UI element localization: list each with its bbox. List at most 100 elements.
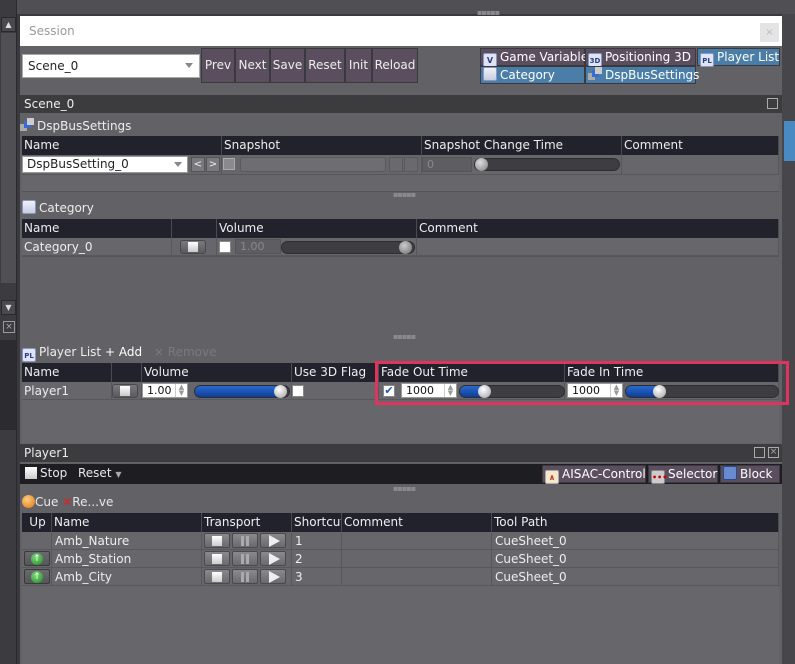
cue-icon <box>22 495 35 508</box>
snapshot-next-button[interactable] <box>404 157 418 172</box>
prev-setting-button[interactable]: < <box>191 157 205 172</box>
pause-icon <box>246 572 249 582</box>
move-up-button[interactable]: ↑ <box>24 569 50 584</box>
cell-transport <box>202 532 292 549</box>
play-button[interactable] <box>260 569 286 584</box>
col-comment: Comment <box>342 513 492 532</box>
remove-player-button[interactable]: × Remove <box>154 345 217 359</box>
cell-transport <box>202 550 292 567</box>
dsp-setting-select[interactable]: DspBusSetting_0 <box>22 156 188 173</box>
stop-button[interactable] <box>204 533 230 548</box>
scroll-up-button[interactable]: ▲ <box>1 17 16 32</box>
stop-button[interactable] <box>204 551 230 566</box>
tab-player-list[interactable]: PL Player List <box>697 48 780 67</box>
scrollbar-track[interactable] <box>1 33 16 283</box>
init-button[interactable]: Init <box>345 48 372 83</box>
tab-dsp-bus-settings[interactable]: DspBusSettings <box>585 66 699 84</box>
spinner-arrows[interactable]: ▲ ▼ <box>175 384 187 397</box>
volume-spinner[interactable]: 1.00 <box>235 239 281 254</box>
change-time-slider[interactable] <box>474 158 620 171</box>
reset-dropdown[interactable]: Reset ▼ <box>78 466 122 480</box>
prev-button[interactable]: Prev <box>201 48 235 83</box>
col-comment: Comment <box>417 219 779 238</box>
cell-up: ↑ <box>22 568 52 585</box>
category-section-label: Category <box>22 199 94 217</box>
dsp-bus-icon <box>20 118 34 132</box>
cell-comment[interactable] <box>342 568 492 585</box>
dsp-label: DspBusSettings <box>37 119 132 133</box>
cue-grid-header: Up Name Transport Shortcut Comment Tool … <box>22 513 779 532</box>
reset-button[interactable]: Reset <box>305 48 345 83</box>
cell-comment[interactable] <box>342 532 492 549</box>
splitter-grip[interactable]: ▪▪▪▪▪ <box>393 333 416 341</box>
col-transport: Transport <box>202 513 292 532</box>
volume-slider[interactable] <box>194 385 290 398</box>
aisac-control-button[interactable]: ∧ AISAC-Control <box>542 465 646 484</box>
stop-button[interactable] <box>180 240 206 254</box>
slider-knob[interactable] <box>399 241 412 254</box>
col-name: Name <box>22 136 222 155</box>
snapshot-select[interactable] <box>240 157 386 172</box>
table-row[interactable]: ↑ Amb_Station 2 CueSheet_0 <box>22 550 779 568</box>
move-up-button[interactable]: ↑ <box>24 551 50 566</box>
stop-icon <box>120 386 130 396</box>
change-time-spinner[interactable]: 0 <box>422 157 472 172</box>
cell-comment[interactable] <box>342 550 492 567</box>
table-row[interactable]: Amb_Nature 1 CueSheet_0 <box>22 532 779 550</box>
cell-comment[interactable] <box>622 155 779 174</box>
col-tool-path: Tool Path <box>492 513 779 532</box>
stop-button[interactable] <box>204 569 230 584</box>
slider-knob[interactable] <box>274 385 287 398</box>
next-setting-button[interactable]: > <box>206 157 220 172</box>
play-button[interactable] <box>260 551 286 566</box>
add-cue-button[interactable]: Cue <box>35 495 58 509</box>
splitter-grip[interactable]: ▪▪▪▪▪ <box>393 191 416 199</box>
pause-button[interactable] <box>232 551 258 566</box>
restore-window-icon[interactable] <box>754 447 765 458</box>
next-button[interactable]: Next <box>235 48 270 83</box>
reload-button[interactable]: Reload <box>372 48 418 83</box>
stop-button[interactable]: Stop <box>40 466 67 480</box>
remove-cue-button[interactable]: Re...ve <box>72 495 113 509</box>
add-player-button[interactable]: + Add <box>105 345 142 359</box>
player-toolbar: Stop Reset ▼ ∧ AISAC-Control •••Selector … <box>20 464 782 484</box>
stop-button[interactable] <box>112 384 138 398</box>
volume-value: 1.00 <box>147 384 172 397</box>
splitter-grip[interactable]: ▪▪▪▪▪ <box>393 485 416 493</box>
cue-toolbar: Cue ✕Re...ve <box>22 493 113 511</box>
cue-rows: Amb_Nature 1 CueSheet_0 ↑ Amb_Station 2 … <box>22 532 779 586</box>
volume-checkbox[interactable] <box>219 241 231 253</box>
block-button[interactable]: Block <box>720 465 780 483</box>
cell-comment[interactable] <box>417 238 779 255</box>
close-icon[interactable]: × <box>768 447 779 458</box>
cell-tool-path: CueSheet_0 <box>492 550 779 567</box>
table-row[interactable]: ↑ Amb_City 3 CueSheet_0 <box>22 568 779 586</box>
cell-tool-path: CueSheet_0 <box>492 568 779 585</box>
close-button[interactable]: × <box>760 23 779 42</box>
player-list-label: Player List <box>39 345 102 359</box>
tab-category[interactable]: Category <box>480 66 585 84</box>
cell-tool-path: CueSheet_0 <box>492 532 779 549</box>
volume-spinner[interactable]: 1.00 ▲ ▼ <box>142 383 188 398</box>
pause-button[interactable] <box>232 569 258 584</box>
scene-select[interactable]: Scene_0 <box>22 54 200 78</box>
tab-game-variable[interactable]: V Game Variable <box>480 48 588 67</box>
play-button[interactable] <box>260 533 286 548</box>
arrow-up-icon: ↑ <box>31 571 43 583</box>
slider-knob[interactable] <box>475 158 488 171</box>
player-list-icon: PL <box>22 348 36 362</box>
restore-window-icon[interactable] <box>767 98 778 109</box>
use-3d-checkbox[interactable] <box>292 385 304 397</box>
volume-slider[interactable] <box>281 241 415 254</box>
pause-button[interactable] <box>232 533 258 548</box>
snapshot-prev-button[interactable] <box>389 157 403 172</box>
aisac-graph-icon: ∧ <box>545 470 559 484</box>
right-edge-tab[interactable] <box>784 121 795 161</box>
close-icon[interactable]: × <box>3 321 15 333</box>
tab-positioning-3d[interactable]: 3D Positioning 3D <box>585 48 696 67</box>
scroll-down-button[interactable]: ▼ <box>1 300 16 315</box>
col-blank <box>172 219 217 238</box>
snapshot-checkbox[interactable] <box>223 158 235 170</box>
save-button[interactable]: Save <box>270 48 305 83</box>
selector-button[interactable]: •••Selector <box>648 465 718 484</box>
